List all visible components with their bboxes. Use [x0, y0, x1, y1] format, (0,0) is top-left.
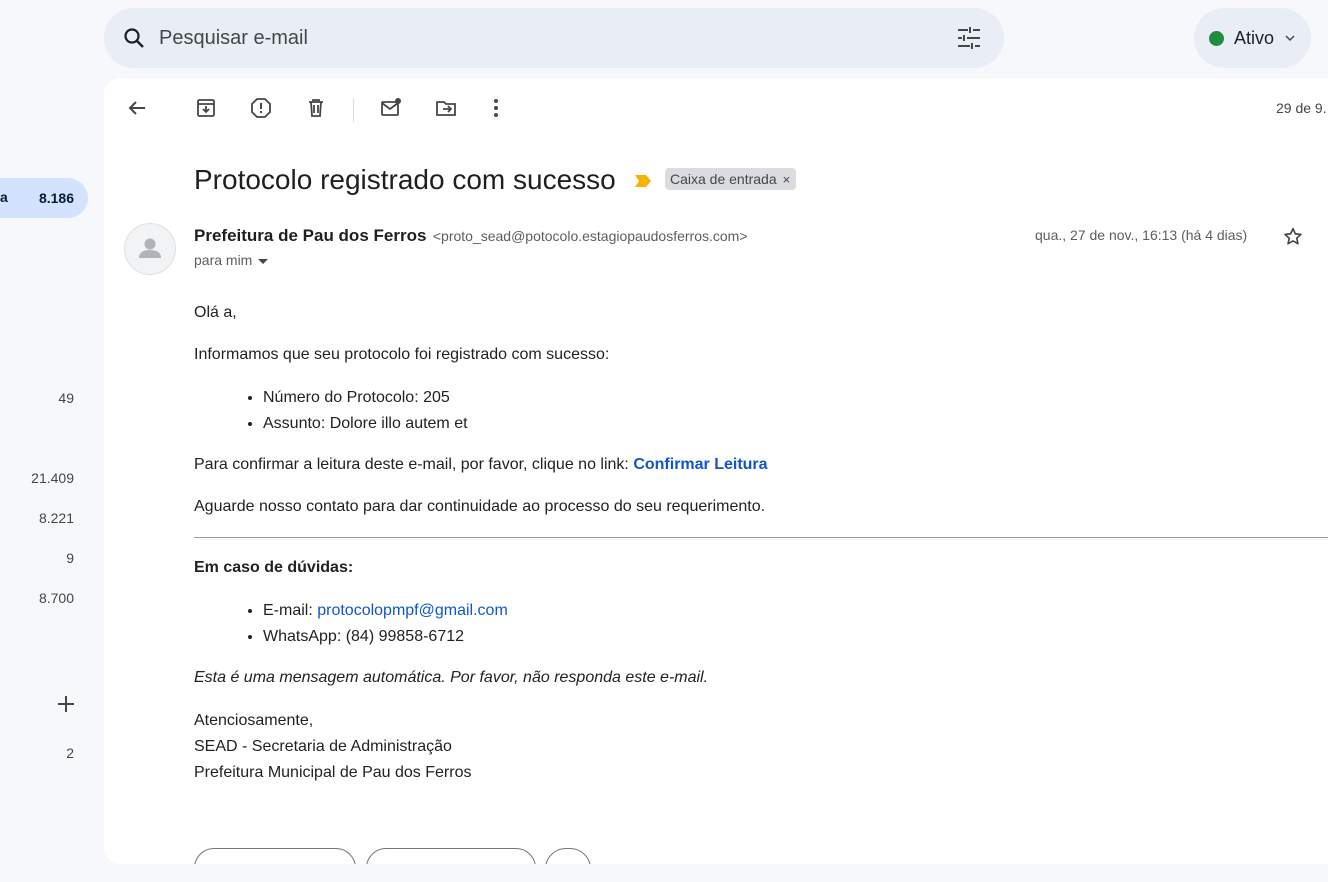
signoff: Atenciosamente,: [194, 712, 314, 729]
chevron-down-icon: [1284, 31, 1296, 43]
intro-text: Informamos que seu protocolo foi registr…: [194, 346, 610, 363]
message-panel: 29 de 9. Protocolo registrado com sucess…: [104, 78, 1328, 864]
label-chip-text: Caixa de entrada: [670, 171, 777, 187]
contact-email-link[interactable]: protocolopmpf@gmail.com: [317, 602, 508, 619]
sidebar-item-count: 8.186: [38, 190, 74, 206]
back-arrow-icon[interactable]: [125, 96, 149, 120]
greeting: Olá a,: [194, 304, 237, 321]
add-label-icon[interactable]: [52, 690, 80, 718]
message-date: qua., 27 de nov., 16:13 (há 4 dias): [1035, 227, 1248, 243]
caret-down-icon[interactable]: [258, 258, 269, 264]
divider: [194, 537, 1328, 538]
recipient-details[interactable]: para mim: [194, 252, 269, 268]
sidebar-count[interactable]: 8.221: [39, 510, 74, 526]
confirm-paragraph: Para confirmar a leitura deste e-mail, p…: [194, 456, 768, 474]
sidebar-count[interactable]: 8.700: [39, 590, 74, 606]
list-item: Número do Protocolo: 205: [263, 385, 468, 411]
auto-notice: Esta é uma mensagem automática. Por favo…: [194, 669, 709, 686]
search-bar[interactable]: Pesquisar e-mail: [104, 8, 1004, 68]
status-dot: [1209, 31, 1224, 46]
move-to-icon[interactable]: [434, 96, 458, 120]
wait-text: Aguarde nosso contato para dar continuid…: [194, 498, 766, 515]
sender-name[interactable]: Prefeitura de Pau dos Ferros: [194, 226, 426, 245]
filter-options-icon[interactable]: [956, 26, 982, 50]
doubts-heading: Em caso de dúvidas:: [194, 559, 354, 576]
pagination-info: 29 de 9.: [1276, 100, 1327, 116]
list-item: WhatsApp: (84) 99858-6712: [263, 624, 508, 650]
sidebar-count[interactable]: 9: [66, 550, 74, 566]
confirm-reading-link[interactable]: Confirmar Leitura: [633, 456, 767, 473]
sidebar-item-label: a: [0, 189, 8, 205]
sidebar: a 8.186 49 21.409 8.221 9 8.700 2: [0, 0, 104, 882]
status-label: Ativo: [1234, 28, 1275, 48]
remove-label-button[interactable]: ×: [783, 172, 791, 187]
avatar[interactable]: [124, 223, 176, 275]
list-item: E-mail: protocolopmpf@gmail.com: [263, 598, 508, 624]
mark-unread-icon[interactable]: [379, 96, 403, 120]
list-item: Assunto: Dolore illo autem et: [263, 411, 468, 437]
protocol-details-list: Número do Protocolo: 205 Assunto: Dolore…: [246, 385, 468, 437]
sender-email: <proto_sead@potocolo.estagiopaudosferros…: [432, 228, 748, 244]
search-icon[interactable]: [122, 26, 146, 50]
forward-button[interactable]: [366, 848, 536, 864]
sidebar-count[interactable]: 2: [66, 745, 74, 761]
sidebar-count[interactable]: 49: [58, 390, 74, 406]
delete-icon[interactable]: [304, 96, 328, 120]
search-input[interactable]: Pesquisar e-mail: [159, 27, 308, 50]
confirm-text: Para confirmar a leitura deste e-mail, p…: [194, 456, 634, 473]
more-options-icon[interactable]: [484, 96, 508, 120]
signature-line: Prefeitura Municipal de Pau dos Ferros: [194, 764, 472, 781]
signature-line: SEAD - Secretaria de Administração: [194, 738, 452, 755]
sender-info: Prefeitura de Pau dos Ferros <proto_sead…: [194, 226, 748, 246]
emoji-reaction-button[interactable]: [545, 848, 591, 864]
status-selector[interactable]: Ativo: [1194, 8, 1311, 68]
reply-button[interactable]: [194, 848, 356, 864]
importance-marker-icon[interactable]: [634, 174, 652, 188]
sidebar-count[interactable]: 21.409: [31, 470, 74, 486]
contact-list: E-mail: protocolopmpf@gmail.com WhatsApp…: [246, 598, 508, 650]
archive-icon[interactable]: [194, 96, 218, 120]
sidebar-item-active[interactable]: a 8.186: [0, 178, 88, 218]
email-subject: Protocolo registrado com sucesso: [194, 164, 616, 195]
toolbar-divider: [353, 98, 354, 122]
star-icon[interactable]: [1282, 226, 1304, 248]
recipient-label: para mim: [194, 252, 253, 268]
report-spam-icon[interactable]: [249, 96, 273, 120]
contact-email-label: E-mail:: [263, 602, 318, 619]
label-chip[interactable]: Caixa de entrada ×: [665, 168, 797, 190]
